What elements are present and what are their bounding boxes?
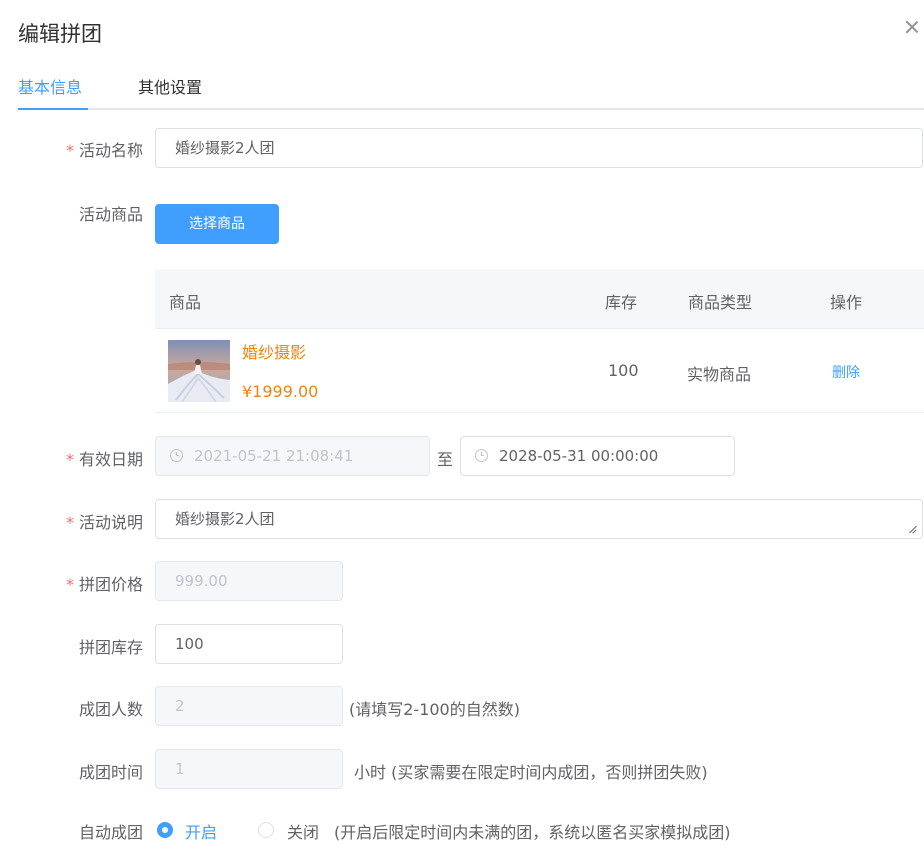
group-stock-label: 拼团库存 [78,638,143,657]
group-size-label: 成团人数 [78,700,143,719]
group-stock-input[interactable]: 100 [155,624,343,664]
dialog-title: 编辑拼团 [18,22,102,46]
product-stock: 100 [608,361,639,380]
clock-icon [475,449,488,462]
end-date-input[interactable]: 2028-05-31 00:00:00 [460,436,735,476]
auto-group-off-radio[interactable] [258,822,274,838]
group-time-input[interactable]: 1 [155,749,343,789]
tab-bar: 基本信息 其他设置 [18,70,924,110]
group-size-input[interactable]: 2 [155,686,343,726]
start-date-input[interactable]: 2021-05-21 21:08:41 [155,436,430,476]
select-product-button[interactable]: 选择商品 [155,204,279,244]
tab-other-settings[interactable]: 其他设置 [138,74,202,98]
activity-name-label: 活动名称 [66,137,143,161]
active-tab-indicator [18,108,88,110]
auto-group-label: 自动成团 [78,823,143,842]
close-icon[interactable] [903,18,921,36]
description-label: 活动说明 [66,509,143,533]
table-row: 婚纱摄影 ¥1999.00 100 实物商品 删除 [155,329,924,413]
auto-group-off-label[interactable]: 关闭 [287,819,319,843]
auto-group-on-radio[interactable] [157,822,173,838]
tab-basic-info[interactable]: 基本信息 [18,74,82,98]
date-range-separator: 至 [437,450,454,469]
group-price-label: 拼团价格 [66,571,143,595]
auto-group-on-label[interactable]: 开启 [185,819,217,843]
column-header-action: 操作 [830,293,863,312]
product-type: 实物商品 [687,365,752,384]
group-time-label: 成团时间 [78,763,143,782]
end-date-value: 2028-05-31 00:00:00 [499,447,659,465]
group-time-hint: 小时 (买家需要在限定时间内成团，否则拼团失败) [354,763,708,782]
auto-group-hint: (开启后限定时间内未满的团，系统以匿名买家模拟成团) [334,823,731,842]
group-price-input[interactable]: 999.00 [155,561,343,601]
clock-icon [170,449,183,462]
column-header-stock: 库存 [605,293,638,312]
product-price: ¥1999.00 [242,382,319,401]
column-header-product: 商品 [169,293,202,312]
product-table-header: 商品 库存 商品类型 操作 [155,269,924,329]
resize-handle-icon[interactable] [906,524,918,536]
delete-link[interactable]: 删除 [832,362,860,382]
start-date-value: 2021-05-21 21:08:41 [194,447,354,465]
activity-name-input[interactable]: 婚纱摄影2人团 [155,128,923,168]
activity-product-label: 活动商品 [78,205,143,224]
group-size-hint: (请填写2-100的自然数) [349,700,520,719]
description-textarea[interactable]: 婚纱摄影2人团 [155,499,923,539]
product-thumbnail [168,340,230,402]
product-name-link[interactable]: 婚纱摄影 [242,339,306,363]
valid-date-label: 有效日期 [66,446,143,470]
column-header-type: 商品类型 [688,293,753,312]
